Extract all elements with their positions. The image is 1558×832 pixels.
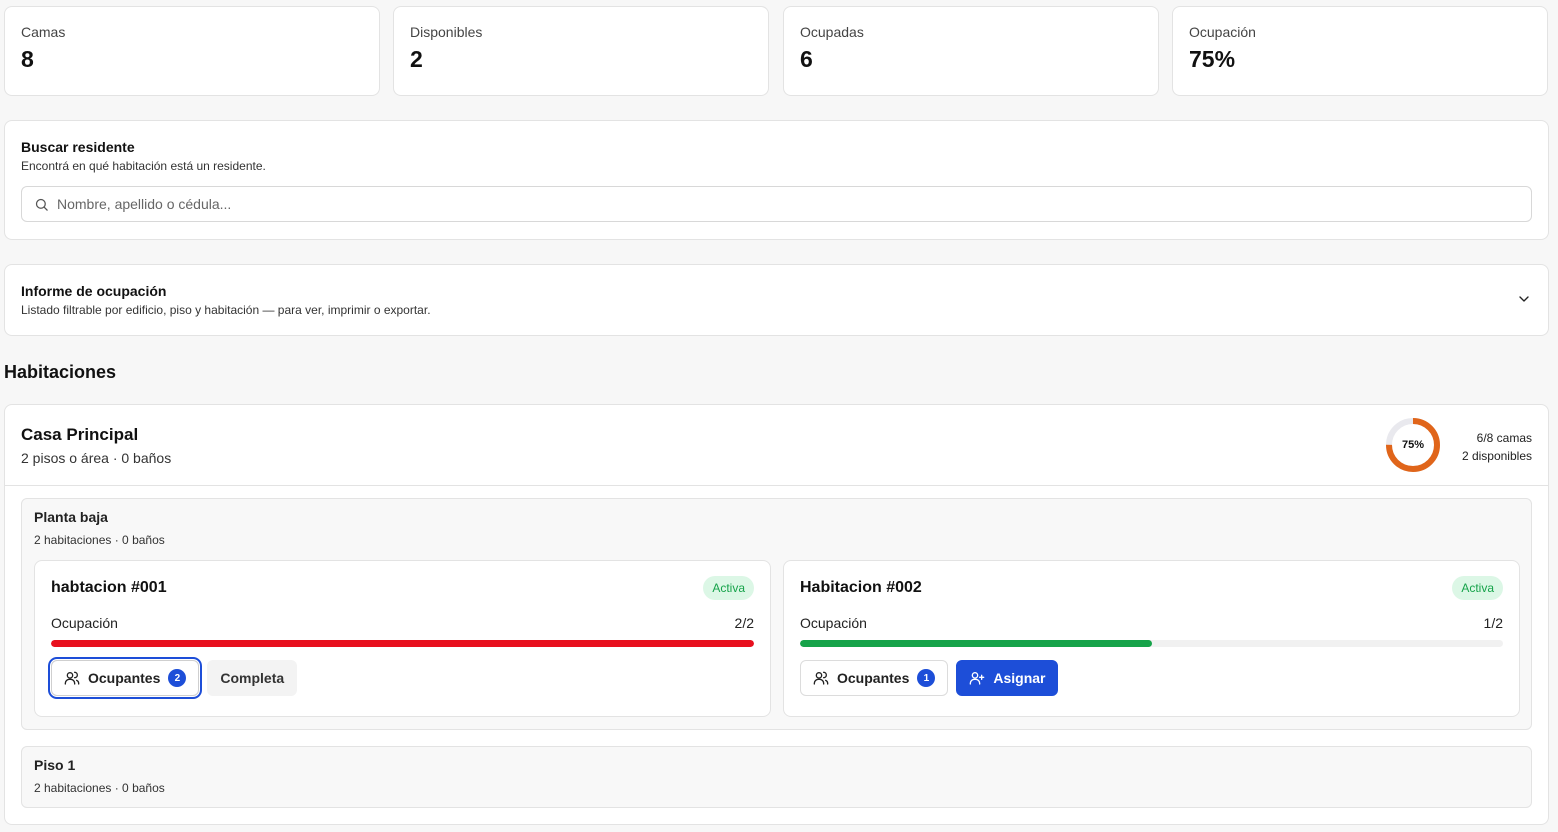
building-card: Casa Principal 2 pisos o área · 0 baños … xyxy=(4,404,1549,825)
building-available: 2 disponibles xyxy=(1461,449,1532,463)
floor-subtitle: 2 habitaciones · 0 baños xyxy=(34,781,165,795)
search-resident-card: Buscar residente Encontrá en qué habitac… xyxy=(4,120,1549,240)
complete-button[interactable]: Completa xyxy=(207,660,298,696)
search-subtitle: Encontrá en qué habitación está un resid… xyxy=(21,159,266,173)
occupants-button-label: Ocupantes xyxy=(88,670,161,686)
assign-button[interactable]: Asignar xyxy=(956,660,1059,696)
occupancy-label: Ocupación xyxy=(800,615,867,631)
status-badge: Activa xyxy=(1452,576,1503,600)
stat-label: Ocupación xyxy=(1189,24,1256,40)
occupancy-bar xyxy=(51,640,754,647)
room-card-002: Habitacion #002 Activa Ocupación 1/2 Ocu… xyxy=(783,560,1520,717)
stat-card-ocupadas: Ocupadas 6 xyxy=(783,6,1159,96)
stat-value: 2 xyxy=(410,46,423,72)
stat-value: 6 xyxy=(800,46,813,72)
search-title: Buscar residente xyxy=(21,139,135,155)
occupancy-bar-fill xyxy=(800,640,1152,647)
building-beds: 6/8 camas xyxy=(1476,431,1532,445)
occupancy-value: 2/2 xyxy=(734,615,754,631)
stat-label: Disponibles xyxy=(410,24,483,40)
users-icon xyxy=(813,671,829,685)
occupants-button-label: Ocupantes xyxy=(837,670,910,686)
occupancy-bar xyxy=(800,640,1503,647)
stat-card-disponibles: Disponibles 2 xyxy=(393,6,769,96)
floor-name: Planta baja xyxy=(34,509,108,525)
search-box[interactable] xyxy=(21,186,1532,222)
building-name: Casa Principal xyxy=(21,425,139,444)
search-input[interactable] xyxy=(57,196,1519,212)
building-bed-stats: 6/8 camas 2 disponibles xyxy=(1462,429,1532,465)
chevron-down-icon[interactable] xyxy=(1516,291,1532,307)
floor-subtitle: 2 habitaciones · 0 baños xyxy=(34,533,165,547)
room-name: habtacion #001 xyxy=(51,579,167,596)
rooms-section-title: Habitaciones xyxy=(4,362,117,382)
floor-planta-baja: Planta baja 2 habitaciones · 0 baños hab… xyxy=(21,498,1532,730)
building-subtitle: 2 pisos o área · 0 baños xyxy=(21,450,172,466)
status-badge: Activa xyxy=(703,576,754,600)
occupancy-value: 1/2 xyxy=(1483,615,1503,631)
occupancy-donut: 75% xyxy=(1384,416,1442,474)
building-header: Casa Principal 2 pisos o área · 0 baños … xyxy=(5,405,1548,486)
report-title: Informe de ocupación xyxy=(21,283,167,299)
stat-value: 75% xyxy=(1189,46,1236,72)
stat-label: Ocupadas xyxy=(800,24,864,40)
occupants-button[interactable]: Ocupantes 2 xyxy=(47,657,203,699)
stat-card-camas: Camas 8 xyxy=(4,6,380,96)
occupancy-report-card[interactable]: Informe de ocupación Listado filtrable p… xyxy=(4,264,1549,336)
occupancy-bar-fill xyxy=(51,640,754,647)
room-name: Habitacion #002 xyxy=(800,579,922,596)
occupants-count-badge: 2 xyxy=(168,669,187,687)
occupancy-donut-label: 75% xyxy=(1401,439,1425,451)
search-icon xyxy=(35,198,48,211)
stat-value: 8 xyxy=(21,46,34,72)
users-icon xyxy=(64,671,80,685)
room-card-001: habtacion #001 Activa Ocupación 2/2 Ocup… xyxy=(34,560,771,717)
assign-button-label: Asignar xyxy=(993,670,1046,686)
stat-card-ocupacion: Ocupación 75% xyxy=(1172,6,1548,96)
floor-name: Piso 1 xyxy=(34,757,76,773)
occupants-button[interactable]: Ocupantes 1 xyxy=(800,660,949,696)
occupancy-label: Ocupación xyxy=(51,615,118,631)
stat-label: Camas xyxy=(21,24,66,40)
report-subtitle: Listado filtrable por edificio, piso y h… xyxy=(21,303,431,317)
occupants-count-badge: 1 xyxy=(917,669,936,687)
floor-piso-1[interactable]: Piso 1 2 habitaciones · 0 baños xyxy=(21,746,1532,808)
user-plus-icon xyxy=(970,672,985,685)
